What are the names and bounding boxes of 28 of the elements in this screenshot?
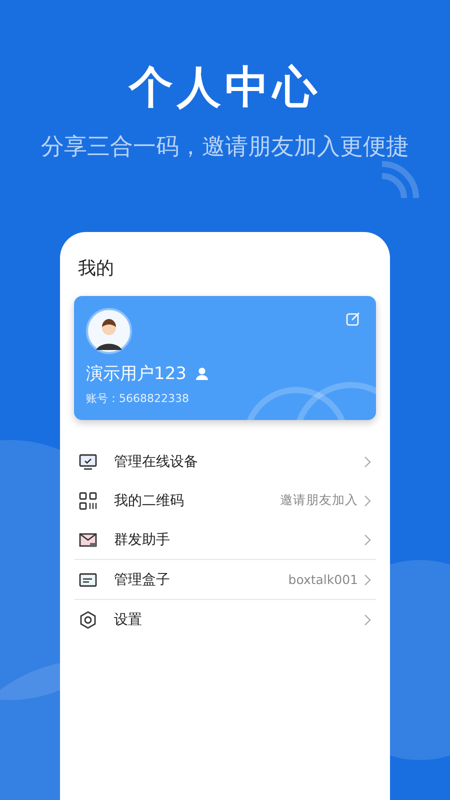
menu-item[interactable]: 管理盒子 boxtalk001 — [74, 559, 376, 599]
menu-item[interactable]: 我的二维码 邀请朋友加入 — [74, 481, 376, 520]
chevron-icon — [364, 456, 372, 468]
menu-label: 我的二维码 — [114, 492, 185, 510]
qrcode-icon — [78, 490, 98, 510]
menu-label: 设置 — [114, 610, 143, 628]
menu-item[interactable]: 设置 — [74, 599, 376, 639]
person-icon — [196, 367, 208, 380]
account-number: 账号：5668822338 — [86, 391, 190, 406]
chevron-icon — [364, 574, 372, 586]
chevron-icon — [364, 494, 372, 506]
avatar-icon[interactable] — [86, 308, 132, 354]
page-title: 个人中心 — [129, 61, 321, 115]
chevron-icon — [364, 534, 372, 546]
monitor-icon — [78, 452, 98, 472]
page-subtitle: 分享三合一码，邀请朋友加入更便捷 — [41, 133, 409, 162]
menu-item[interactable]: 群发助手 — [74, 520, 376, 559]
menu-label: 管理盒子 — [114, 570, 171, 588]
settings-icon — [78, 610, 98, 630]
chevron-icon — [364, 614, 372, 626]
edit-icon[interactable] — [346, 312, 360, 326]
menu-item[interactable]: 管理在线设备 — [74, 442, 376, 481]
panel-title: 我的 — [78, 257, 115, 280]
menu-label: 群发助手 — [114, 530, 171, 548]
menu-value: 邀请朋友加入 — [280, 492, 358, 509]
user-name: 演示用户123 — [86, 363, 186, 385]
menu-label: 管理在线设备 — [114, 452, 199, 470]
menu-value: boxtalk001 — [288, 572, 358, 587]
